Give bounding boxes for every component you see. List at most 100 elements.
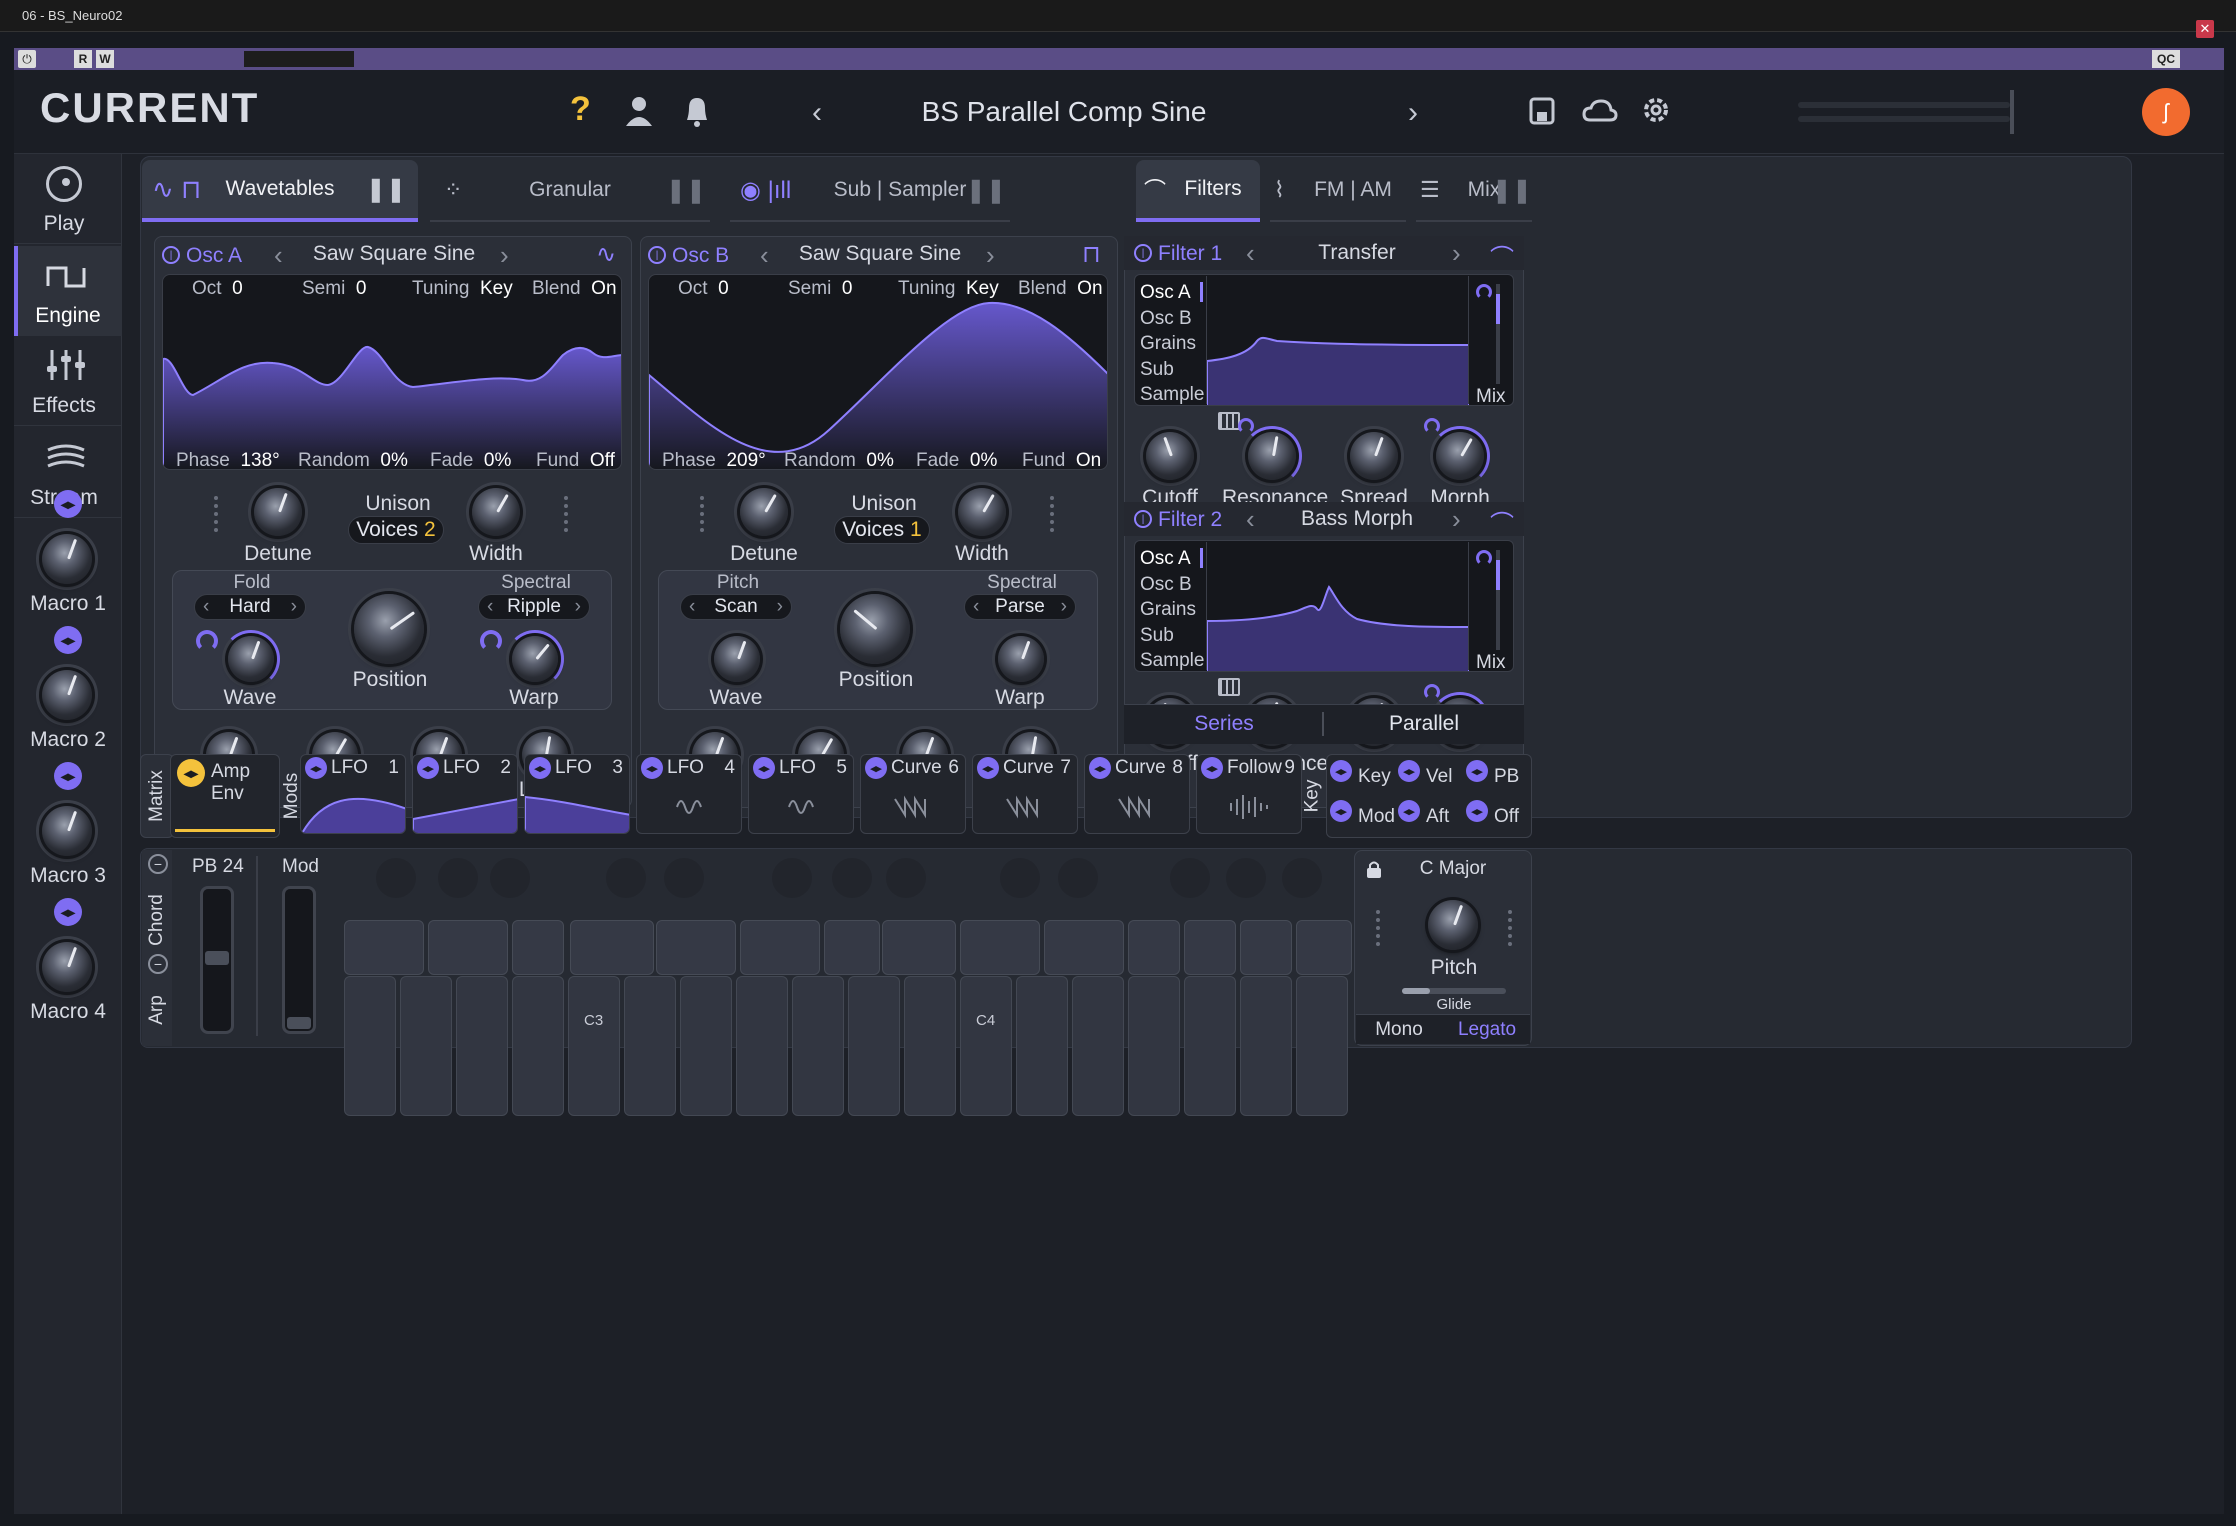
piano-white-key[interactable] [736, 976, 788, 1116]
macro-2-knob[interactable] [42, 670, 92, 720]
filter-source-item[interactable]: Sub [1140, 359, 1174, 381]
osc_a-wavetable-preset[interactable]: Saw Square Sine [294, 240, 494, 268]
mod-slot-lfo-2[interactable]: ◂▸ LFO 2 [412, 754, 518, 834]
parallel-button[interactable]: Parallel [1324, 704, 1524, 744]
piano-black-key[interactable] [344, 920, 424, 975]
power-icon[interactable]: ⏻ [18, 50, 36, 68]
osc_b-wave-knob[interactable] [714, 636, 760, 682]
tab-granular[interactable]: ⁘ Granular ❚❚ [430, 160, 710, 222]
piano-black-key[interactable] [960, 920, 1040, 975]
osc_b-fund-field[interactable]: Fund On [1022, 450, 1101, 472]
prev-arrow-icon[interactable]: ‹ [1246, 504, 1255, 535]
next-arrow-icon[interactable]: › [986, 240, 995, 271]
arp-button[interactable]: Arp [142, 980, 172, 1040]
tab-fm-am[interactable]: ⌇ FM | AM [1270, 160, 1406, 222]
keyboard-tracking-icon[interactable] [1218, 678, 1240, 696]
mod-slot-lfo-5[interactable]: ◂▸ LFO 5 [748, 754, 854, 834]
osc_a-wave-knob[interactable] [228, 636, 274, 682]
osc_b-voices[interactable]: Voices 1 [834, 516, 930, 544]
piano-white-key[interactable] [456, 976, 508, 1116]
osc_b-title[interactable]: Osc B [672, 244, 729, 268]
osc_b-tuning-field[interactable]: Tuning Key [898, 278, 999, 300]
power-icon[interactable]: | [1134, 244, 1152, 262]
play-pitch-knob[interactable] [1428, 900, 1478, 950]
mod-assign-icon[interactable] [1424, 684, 1440, 700]
piano-white-key[interactable] [624, 976, 676, 1116]
arp-toggle[interactable]: − [148, 954, 168, 974]
prev-preset-arrow[interactable]: ‹ [812, 96, 822, 130]
pause-icon[interactable]: ❚❚ [966, 176, 1006, 205]
osc_b-fold-selector[interactable]: ‹ Scan › [680, 594, 792, 620]
mod-slot-curve-6[interactable]: ◂▸ Curve 6 [860, 754, 966, 834]
save-icon[interactable] [1528, 96, 1556, 126]
filter-type-icon[interactable]: ⌒ [1490, 504, 1514, 539]
close-icon[interactable]: ✕ [2196, 20, 2214, 38]
drag-handle[interactable] [1050, 492, 1060, 536]
osc_a-warp-knob[interactable] [512, 636, 558, 682]
mod-slot-lfo-3[interactable]: ◂▸ LFO 3 [524, 754, 630, 834]
chord-button[interactable]: Chord [142, 880, 172, 960]
macro-1-knob[interactable] [42, 534, 92, 584]
macro-4-knob[interactable] [42, 942, 92, 992]
mod-drag-button[interactable]: ◂▸ [865, 757, 887, 779]
preset-name[interactable]: BS Parallel Comp Sine [874, 90, 1254, 134]
pause-icon[interactable]: ❚❚ [666, 176, 706, 205]
piano-white-key[interactable] [1072, 976, 1124, 1116]
mod-slot-curve-8[interactable]: ◂▸ Curve 8 [1084, 754, 1190, 834]
filter-source-item[interactable]: Osc B [1140, 308, 1192, 330]
osc_b-warp-knob[interactable] [998, 636, 1044, 682]
mod-drag-button[interactable]: ◂▸ [1089, 757, 1111, 779]
piano-white-key[interactable] [1128, 976, 1180, 1116]
prev-arrow-icon[interactable]: ‹ [760, 240, 769, 271]
osc_a-title[interactable]: Osc A [186, 244, 242, 268]
mod-assign-icon[interactable] [480, 630, 502, 652]
sidebar-item-effects[interactable]: Effects [14, 336, 122, 426]
piano-white-key[interactable] [904, 976, 956, 1116]
mod-slot-follow-9[interactable]: ◂▸ Follow 9 [1196, 754, 1302, 834]
osc_b-blend-field[interactable]: Blend On [1018, 278, 1103, 300]
mod-drag-button[interactable]: ◂▸ [1201, 757, 1223, 779]
key-mod-label[interactable]: Aft [1426, 806, 1449, 828]
cloud-icon[interactable] [1582, 98, 1618, 124]
osc_b-semi-field[interactable]: Semi 0 [788, 278, 852, 300]
piano-white-key[interactable] [1296, 976, 1348, 1116]
filter-source-item[interactable]: Grains [1140, 333, 1196, 355]
key-mod-button[interactable]: ◂▸ [1398, 800, 1420, 822]
filter1-cutoff-knob[interactable] [1146, 432, 1194, 480]
next-arrow-icon[interactable]: › [1452, 504, 1461, 535]
pb-range[interactable]: 24 [223, 856, 244, 877]
key-mod-label[interactable]: Off [1494, 806, 1519, 828]
osc_a-oct-field[interactable]: Oct 0 [192, 278, 243, 300]
piano-white-key[interactable] [680, 976, 732, 1116]
mix-slider[interactable] [1496, 284, 1500, 384]
key-mod-label[interactable]: Mod [1358, 806, 1395, 828]
keyboard-tracking-icon[interactable] [1218, 412, 1240, 430]
filter1-spread-knob[interactable] [1350, 432, 1398, 480]
piano-black-key[interactable] [1296, 920, 1352, 975]
mod-wheel-handle[interactable] [287, 1017, 311, 1029]
mod-drag-button[interactable]: ◂▸ [529, 757, 551, 779]
mod-slot-lfo-4[interactable]: ◂▸ LFO 4 [636, 754, 742, 834]
mod-wheel[interactable] [282, 886, 316, 1034]
piano-black-key[interactable] [1184, 920, 1236, 975]
pause-icon[interactable]: ❚❚ [366, 175, 406, 204]
piano-black-key[interactable] [740, 920, 820, 975]
piano-black-key[interactable] [1128, 920, 1180, 975]
osc_b-phase-field[interactable]: Phase 209° [662, 450, 766, 472]
filter-source-item[interactable]: Osc A [1140, 282, 1191, 304]
sidebar-item-play[interactable]: Play [14, 154, 122, 244]
tab-filters[interactable]: ⌒ Filters [1136, 160, 1260, 222]
filter-source-item[interactable]: Sample [1140, 384, 1204, 406]
user-icon[interactable] [624, 94, 654, 128]
next-arrow-icon[interactable]: › [500, 240, 509, 271]
drag-handle[interactable] [700, 492, 710, 536]
gear-icon[interactable] [1640, 94, 1672, 126]
piano-black-key[interactable] [1240, 920, 1292, 975]
filter-source-item[interactable]: Sub [1140, 625, 1174, 647]
next-preset-arrow[interactable]: › [1408, 96, 1418, 130]
osc_b-wave-display[interactable] [648, 274, 1108, 470]
pitchbend-handle[interactable] [205, 951, 229, 965]
logo-icon[interactable]: ʃ [2142, 88, 2190, 136]
mod-assign-icon[interactable] [1238, 418, 1254, 434]
power-icon[interactable]: | [162, 246, 180, 264]
